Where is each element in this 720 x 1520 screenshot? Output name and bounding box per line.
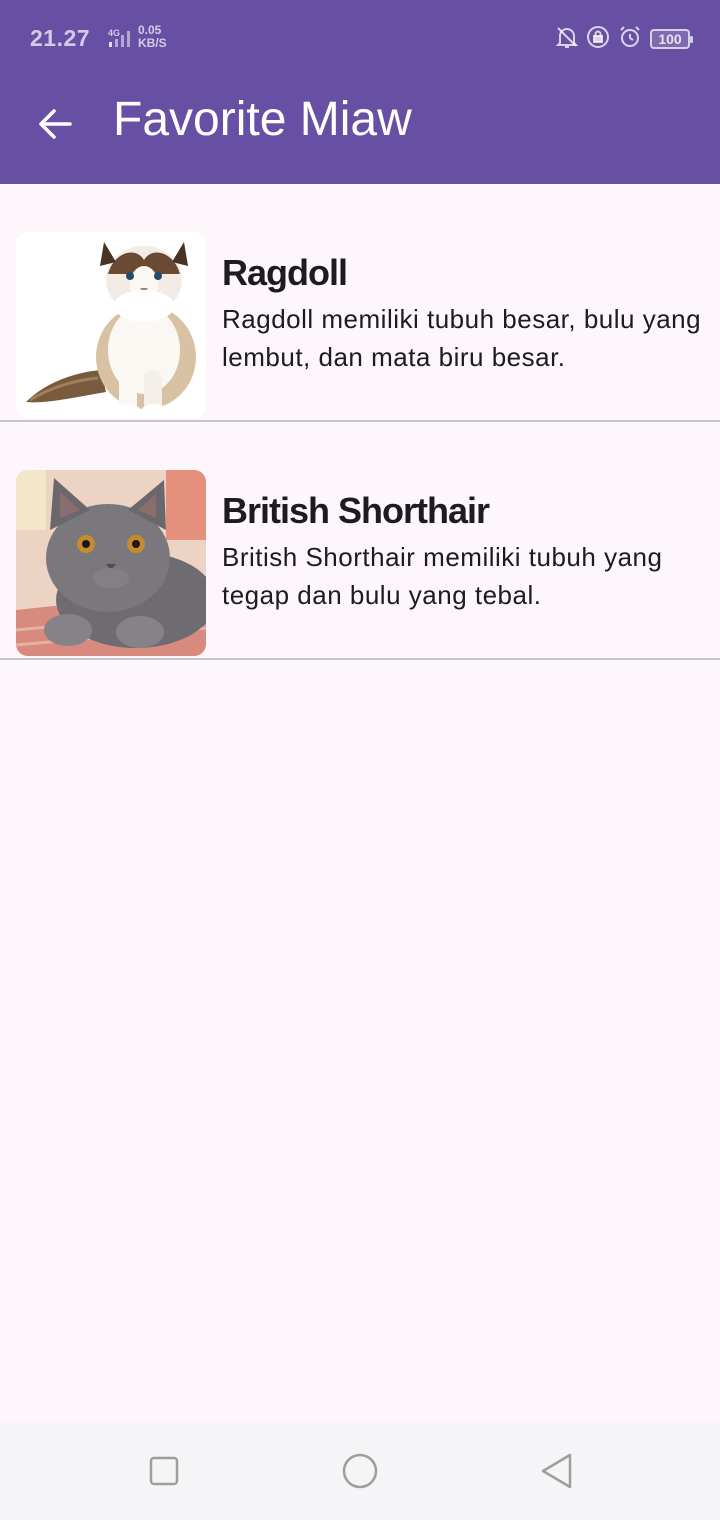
- british-shorthair-cat-photo: [16, 470, 206, 656]
- bell-off-icon: [555, 25, 579, 54]
- status-time: 21.27: [30, 25, 91, 51]
- alarm-icon: [618, 25, 642, 54]
- battery-icon: 100: [650, 29, 693, 49]
- cat-description: British Shorthair memiliki tubuh yang te…: [222, 542, 663, 610]
- cat-description: Ragdoll memiliki tubuh besar, bulu yang …: [222, 304, 702, 372]
- cat-name: British Shorthair: [222, 490, 490, 531]
- system-nav-bar: [0, 1423, 720, 1520]
- recents-button[interactable]: [144, 1451, 184, 1491]
- back-triangle-icon: [541, 1453, 572, 1489]
- back-button[interactable]: [28, 96, 84, 152]
- cat-name: Ragdoll: [222, 252, 348, 293]
- page-title: Favorite Miaw: [113, 93, 412, 146]
- ragdoll-cat-photo: [16, 232, 206, 418]
- app-bar: 21.27 4G 0.05 KB/S 100 Favorite Miaw: [0, 0, 720, 184]
- network-speed-unit: KB/S: [138, 36, 167, 50]
- nav-back-button[interactable]: [536, 1451, 576, 1491]
- status-bar: 21.27 4G 0.05 KB/S 100: [0, 0, 720, 80]
- lock-rotation-icon: [586, 25, 610, 54]
- home-button[interactable]: [340, 1451, 380, 1491]
- signal-icon: 4G: [98, 26, 134, 50]
- list-item-british-shorthair[interactable]: British Shorthair British Shorthair memi…: [0, 422, 720, 660]
- home-circle-icon: [342, 1453, 378, 1489]
- network-speed: 0.05 KB/S: [138, 24, 167, 50]
- recents-square-icon: [149, 1456, 179, 1486]
- svg-text:4G: 4G: [108, 28, 120, 38]
- list-item-ragdoll[interactable]: Ragdoll Ragdoll memiliki tubuh besar, bu…: [0, 184, 720, 422]
- arrow-left-icon: [39, 109, 72, 139]
- favorites-list: Ragdoll Ragdoll memiliki tubuh besar, bu…: [0, 184, 720, 660]
